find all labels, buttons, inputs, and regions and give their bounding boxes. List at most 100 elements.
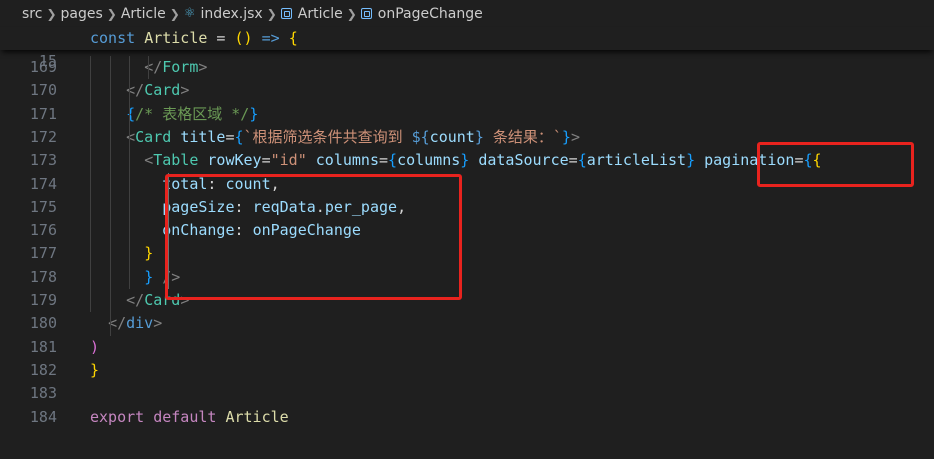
line-number: 177 [29,244,57,263]
code-token: /* 表格区域 */ [135,104,250,123]
line-number: 182 [29,360,57,379]
code-text: pageSize: reqData.per_page, [90,196,406,219]
code-token: Card [144,291,181,309]
code-token: { [288,29,298,47]
code-line[interactable]: 175 pageSize: reqData.per_page, [0,196,934,219]
code-token: } [474,127,484,146]
code-token: pagination [704,151,795,170]
code-line[interactable]: 173 <Table rowKey="id" columns={columns}… [0,149,934,172]
code-token: { [234,127,244,146]
breadcrumb-item[interactable]: pages [61,6,103,22]
code-text: } [90,359,99,382]
line-number: 181 [29,337,57,356]
code-text: <Table rowKey="id" columns={columns} dat… [90,149,821,172]
code-line[interactable]: 184 export default Article [0,406,934,429]
code-token: reqData [252,197,316,216]
code-line[interactable]: 170 </Card> [0,79,934,102]
breadcrumb-item[interactable]: onPageChange [360,5,483,22]
line-number: 183 [29,384,57,403]
code-line[interactable]: 177 } [0,242,934,265]
breadcrumb-item[interactable]: ⚛ index.jsx [184,6,263,22]
code-text: {/* 表格区域 */} [90,103,258,126]
code-editor[interactable]: src ❯ pages ❯ Article ❯ ⚛ index.jsx ❯ Article ❯ onP… [0,0,934,459]
code-line[interactable]: 180 </div> [0,312,934,335]
code-token: , [270,174,280,193]
code-token: </ [144,58,163,76]
code-token: title [180,127,226,146]
code-text: </div> [90,312,162,335]
code-token: = [261,151,271,170]
code-line[interactable]: 178 } /> [0,266,934,289]
code-token: per_page [324,197,398,216]
line-number: 15 [38,52,57,70]
code-text: } [90,242,153,265]
code-token: , [397,197,407,216]
breadcrumb-item[interactable]: src [22,6,42,22]
code-token: } [460,151,470,170]
chevron-right-icon: ❯ [46,6,57,21]
code-token: } [249,104,259,123]
code-line[interactable]: 182} [0,359,934,382]
code-text: } /> [90,266,180,289]
code-token: </ [126,291,145,309]
breadcrumb-item[interactable]: Article [280,6,343,22]
indent-guide [90,56,91,313]
code-token: Card [144,81,181,100]
code-token: default [153,407,217,426]
code-token: ${ [411,127,430,146]
line-number: 176 [29,221,57,240]
code-token: columns [397,151,461,170]
code-token: ) [243,29,253,47]
code-token: = [379,151,389,170]
code-line[interactable]: 171 {/* 表格区域 */} [0,103,934,126]
line-number: 172 [29,127,57,146]
code-text: total: count, [90,173,280,196]
code-token: > [153,314,163,333]
code-token: { [388,151,398,170]
code-token: onChange [162,221,235,240]
code-token: > [570,127,580,146]
code-token: . [315,197,325,216]
sticky-scroll-line[interactable]: 15 const Article = () => { [0,27,934,70]
code-text: onChange: onPageChange [90,219,361,242]
breadcrumb-label: index.jsx [200,5,263,22]
breadcrumb-item[interactable]: Article [121,6,166,22]
chevron-right-icon: ❯ [106,6,117,21]
code-token: Form [162,58,199,76]
code-line[interactable]: 174 total: count, [0,173,934,196]
code-line[interactable]: 176 onChange: onPageChange [0,219,934,242]
code-token: } [144,267,154,286]
code-token: < [126,127,136,146]
code-token: Article [225,407,289,426]
code-token: > [180,291,190,309]
code-token: pageSize [162,197,235,216]
code-token: : [234,221,253,240]
chevron-right-icon: ❯ [169,6,180,21]
code-line[interactable]: 179 </Card> [0,289,934,312]
line-number: 180 [29,314,57,333]
code-line[interactable]: 181) [0,336,934,359]
code-line[interactable]: 183 [0,382,934,405]
code-token: count [429,127,475,146]
indent-guide [168,172,169,289]
indent-guide [148,56,149,80]
code-line[interactable]: 172 <Card title={`根据筛选条件共查询到 ${count} 条结… [0,126,934,149]
line-number: 175 [29,197,57,216]
code-line[interactable]: 169 </Form> [0,56,934,79]
symbol-icon [280,8,292,19]
breadcrumb-label: onPageChange [377,5,483,22]
